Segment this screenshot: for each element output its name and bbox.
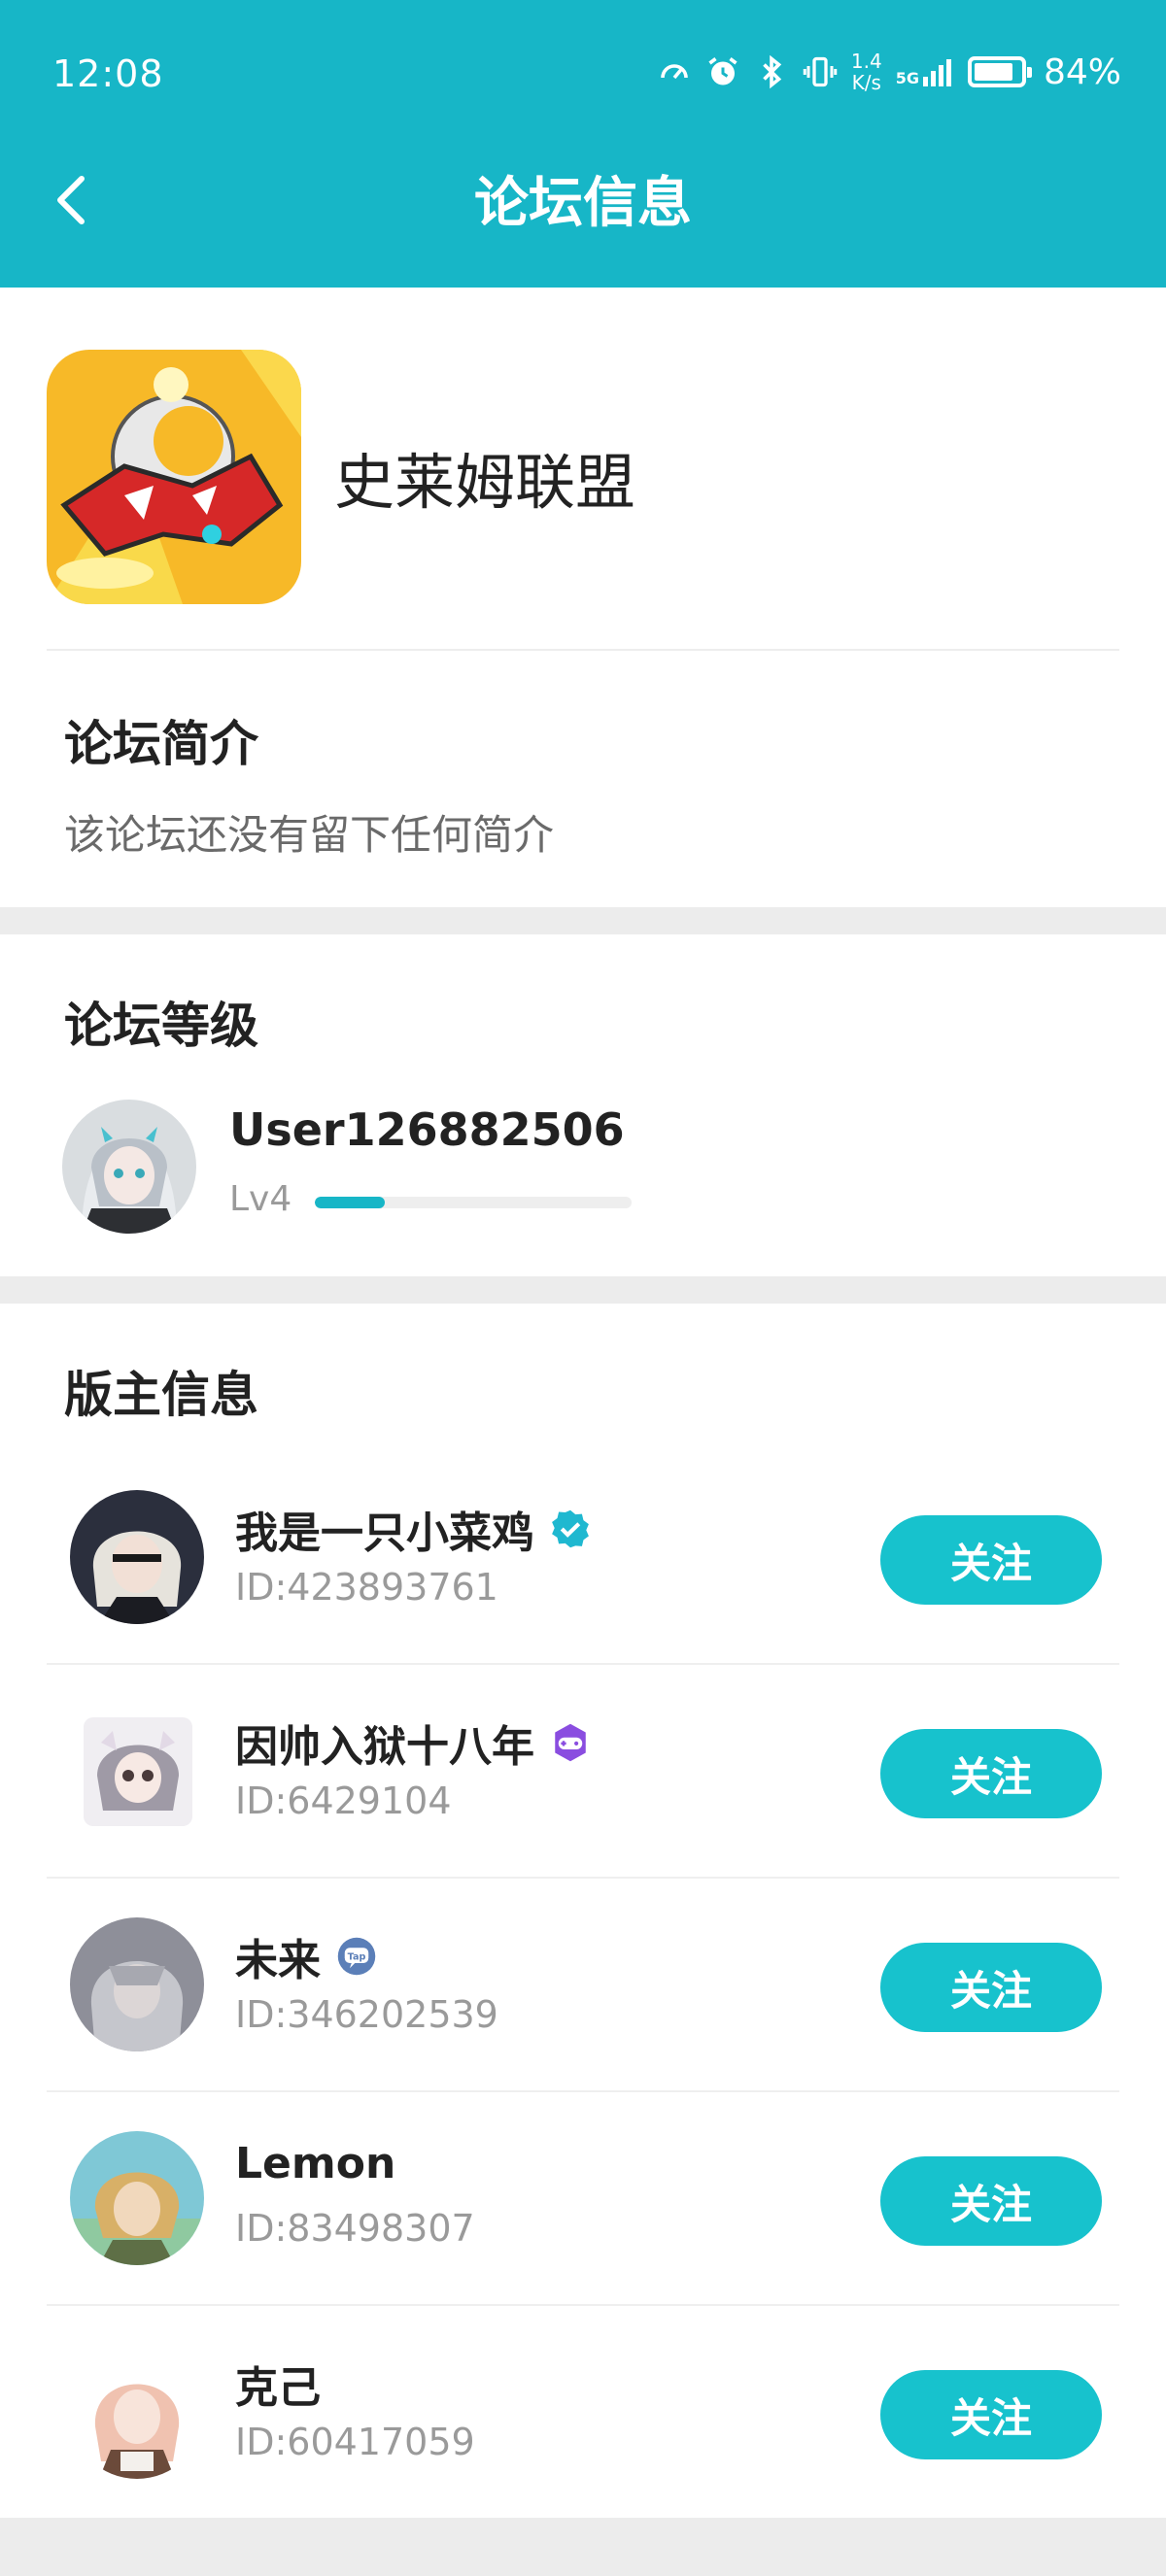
net-speed-value: 1.4 [850, 50, 882, 73]
tap-badge-icon: Tap [337, 1937, 376, 1976]
follow-button[interactable]: 关注 [880, 1943, 1102, 2032]
mod-id: ID:423893761 [235, 1566, 498, 1609]
forum-divider [47, 649, 1119, 651]
user-name: User126882506 [229, 1103, 625, 1156]
moderators-card: 版主信息 我是一只小菜鸡 ID:423893761 关注 因帅入狱十八年 ID:… [0, 1304, 1166, 2518]
list-item: Lemon ID:83498307 关注 [0, 2092, 1166, 2306]
status-bar: 12:08 1.4 K/s 5G 84% [0, 0, 1166, 146]
mod-name: 我是一只小菜鸡 [235, 1508, 534, 1558]
forum-name: 史莱姆联盟 [334, 447, 636, 518]
svg-text:Tap: Tap [348, 1952, 366, 1963]
mod-name: Lemon [235, 2139, 396, 2188]
level-progress-fill [315, 1197, 385, 1208]
status-icons: 1.4 K/s 5G 84% [657, 51, 1121, 93]
mod-name-wrap: 未来 Tap [235, 1925, 377, 1987]
mod-id: ID:60417059 [235, 2421, 475, 2463]
intro-title: 论坛简介 [64, 716, 258, 772]
bluetooth-icon [763, 54, 782, 89]
mod-name: 因帅入狱十八年 [235, 1722, 534, 1772]
list-item: 因帅入狱十八年 ID:6429104 关注 [0, 1665, 1166, 1879]
moderators-title: 版主信息 [64, 1367, 258, 1423]
gamepad-badge-icon [555, 1723, 586, 1762]
mod-name-wrap: 因帅入狱十八年 [235, 1712, 591, 1774]
avatar[interactable] [70, 2345, 204, 2479]
avatar[interactable] [70, 2131, 204, 2265]
avatar[interactable] [70, 1917, 204, 2051]
page-title: 论坛信息 [474, 172, 692, 235]
level-title: 论坛等级 [64, 998, 258, 1054]
mod-id: ID:346202539 [235, 1993, 498, 2036]
level-progress-bar [315, 1197, 632, 1208]
verified-icon [552, 1509, 589, 1548]
follow-button[interactable]: 关注 [880, 1515, 1102, 1605]
mod-id: ID:6429104 [235, 1779, 452, 1822]
app-header: 12:08 1.4 K/s 5G 84% 论坛信息 [0, 0, 1166, 288]
net-speed: 1.4 K/s [851, 51, 882, 93]
intro-text: 该论坛还没有留下任何简介 [64, 811, 555, 859]
level-card: 论坛等级 User126882506 Lv4 [0, 934, 1166, 1276]
signal-bars-icon [922, 59, 951, 86]
mod-name: 克己 [235, 2363, 321, 2413]
mod-name: 未来 [235, 1936, 321, 1985]
status-time: 12:08 [52, 52, 164, 95]
net-speed-unit: K/s [851, 71, 881, 94]
list-item: 我是一只小菜鸡 ID:423893761 关注 [0, 1451, 1166, 1665]
avatar[interactable] [70, 1490, 204, 1624]
avatar[interactable] [84, 1717, 192, 1826]
forum-card: 史莱姆联盟 论坛简介 该论坛还没有留下任何简介 [0, 288, 1166, 907]
mod-id: ID:83498307 [235, 2207, 475, 2250]
forum-logo [47, 350, 301, 604]
signal-indicator: 5G [896, 57, 954, 86]
battery-icon [967, 56, 1032, 87]
list-item: 未来 Tap ID:346202539 关注 [0, 1879, 1166, 2092]
mod-name-wrap: Lemon [235, 2139, 395, 2188]
list-item: 克己 ID:60417059 关注 [0, 2306, 1166, 2520]
follow-button[interactable]: 关注 [880, 2156, 1102, 2246]
mod-name-wrap: 克己 [235, 2353, 321, 2415]
avatar[interactable] [62, 1100, 196, 1234]
vibrate-icon [803, 56, 838, 87]
follow-button[interactable]: 关注 [880, 1729, 1102, 1818]
mod-name-wrap: 我是一只小菜鸡 [235, 1498, 591, 1560]
speedometer-icon [661, 64, 688, 80]
signal-label: 5G [895, 69, 919, 87]
battery-percent: 84% [1043, 51, 1121, 92]
follow-button[interactable]: 关注 [880, 2370, 1102, 2459]
user-level: Lv4 [229, 1179, 292, 1219]
alarm-icon [708, 57, 737, 85]
